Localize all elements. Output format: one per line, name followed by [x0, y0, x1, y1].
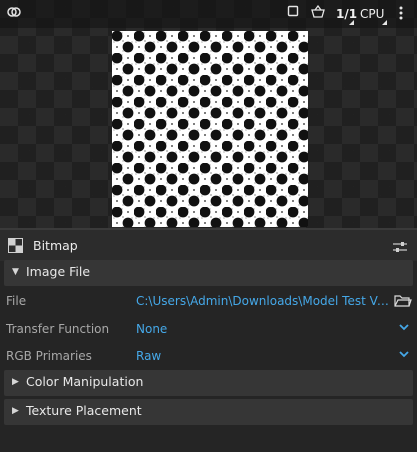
section-image-file-label: Image File: [26, 264, 91, 279]
chevron-down-icon[interactable]: [398, 321, 410, 336]
kebab-menu-icon[interactable]: [398, 5, 404, 27]
device-dropdown-indicator: [382, 20, 387, 25]
section-color-manipulation-label: Color Manipulation: [26, 374, 144, 389]
rgb-primaries-label: RGB Primaries: [6, 349, 92, 363]
section-color-manipulation[interactable]: ▶ Color Manipulation: [4, 370, 413, 396]
chevron-down-icon: ▼: [12, 267, 19, 277]
sliders-icon[interactable]: [392, 239, 408, 258]
section-texture-placement[interactable]: ▶ Texture Placement: [4, 399, 413, 425]
panel-title: Bitmap: [33, 238, 78, 253]
device-button[interactable]: CPU: [360, 5, 384, 23]
link-icon[interactable]: [6, 5, 22, 25]
chevron-right-icon: ▶: [12, 406, 19, 416]
basket-icon[interactable]: [310, 4, 326, 25]
rgb-primaries-select[interactable]: Raw: [136, 349, 336, 363]
panel-header: Bitmap: [0, 228, 417, 261]
bitmap-properties-panel: Bitmap ▼ Image File File C:\Users\Admin\…: [0, 228, 417, 452]
square-icon[interactable]: [287, 5, 299, 23]
chevron-down-icon[interactable]: [398, 348, 410, 363]
bitmap-preview: [112, 31, 308, 227]
file-label: File: [6, 294, 27, 308]
viewport-toolbar: 1/1 CPU: [0, 0, 417, 28]
bitmap-node-icon: [8, 238, 23, 257]
section-texture-placement-label: Texture Placement: [26, 403, 142, 418]
file-path-field[interactable]: C:\Users\Admin\Downloads\Model Test Vat …: [136, 294, 392, 308]
chevron-right-icon: ▶: [12, 377, 19, 387]
transfer-function-label: Transfer Function: [6, 322, 110, 336]
viewport[interactable]: 1/1 CPU: [0, 0, 417, 228]
zoom-dropdown-indicator: [349, 20, 354, 25]
transfer-function-select[interactable]: None: [136, 322, 336, 336]
section-image-file[interactable]: ▼ Image File: [4, 260, 413, 286]
folder-open-icon[interactable]: [394, 293, 412, 312]
